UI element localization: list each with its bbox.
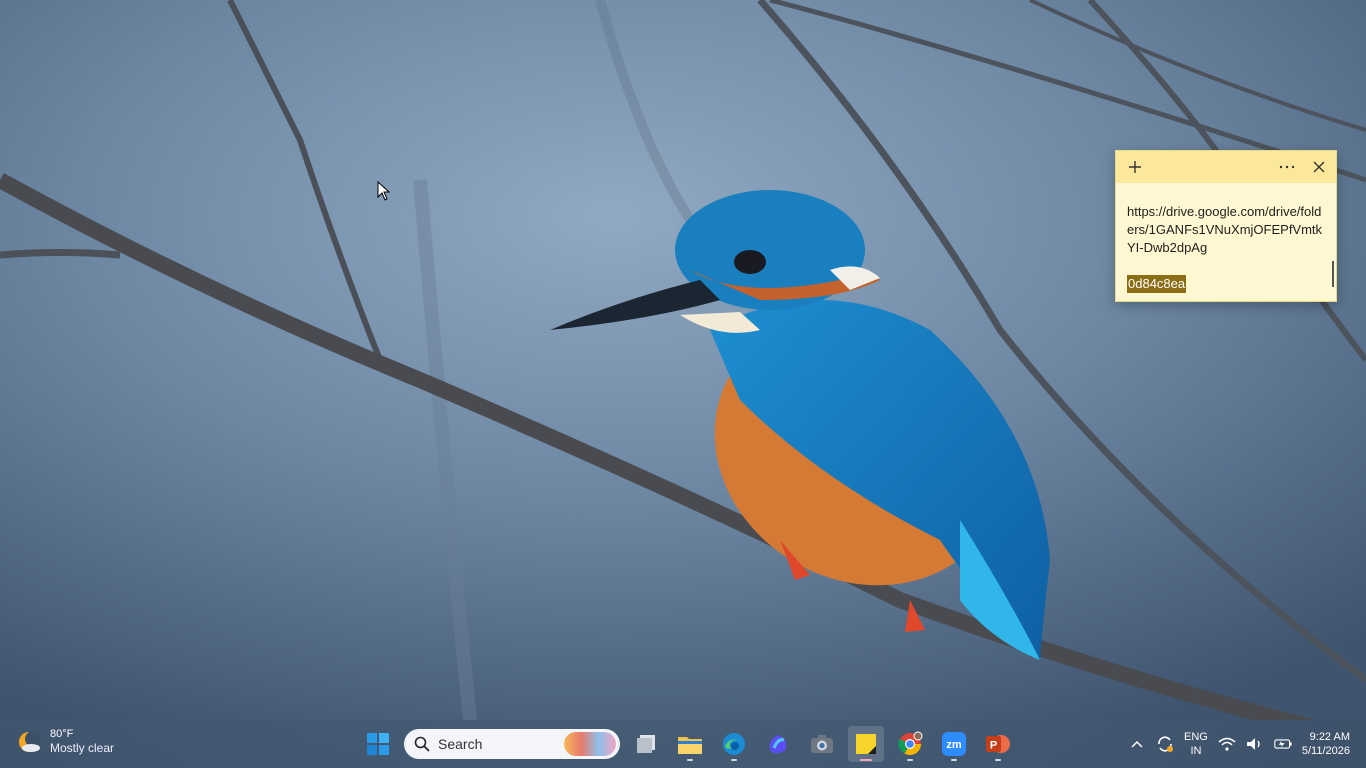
- weather-condition: Mostly clear: [50, 741, 115, 755]
- folder-icon: [678, 737, 702, 754]
- weather-widget[interactable]: 80°F Mostly clear: [16, 727, 114, 756]
- sync-icon: [1158, 736, 1174, 752]
- note-scrollbar[interactable]: [1332, 261, 1334, 287]
- weather-temperature: 80°F: [50, 728, 74, 740]
- clock[interactable]: 9:22 AM 5/11/2026: [1302, 730, 1350, 758]
- camera-icon: [811, 735, 833, 753]
- copilot-button[interactable]: [760, 726, 796, 762]
- zoom-button[interactable]: zm: [936, 726, 972, 762]
- ellipsis-icon: [1279, 165, 1295, 169]
- chrome-button[interactable]: [892, 726, 928, 762]
- taskbar-apps: Search zm P: [360, 724, 1016, 764]
- new-note-button[interactable]: [1124, 156, 1146, 178]
- camera-button[interactable]: [804, 726, 840, 762]
- battery-button[interactable]: [1274, 735, 1292, 753]
- running-indicator: [995, 759, 1001, 761]
- clock-time: 9:22 AM: [1309, 731, 1350, 743]
- language-region: IN: [1190, 745, 1202, 757]
- running-indicator: [731, 759, 737, 761]
- speaker-icon: [1246, 738, 1260, 750]
- search-highlight-graphic: [564, 732, 616, 756]
- windows-logo-icon: [367, 733, 389, 755]
- taskbar-search-box[interactable]: Search: [404, 729, 620, 759]
- chevron-up-icon: [1131, 740, 1143, 748]
- clock-date: 5/11/2026: [1301, 745, 1350, 757]
- mouse-cursor-icon: [377, 181, 391, 201]
- sticky-notes-button[interactable]: [848, 726, 884, 762]
- language-indicator[interactable]: ENG IN: [1184, 730, 1208, 758]
- note-menu-button[interactable]: [1276, 156, 1298, 178]
- desktop-wallpaper: [0, 0, 1366, 720]
- network-button[interactable]: [1218, 735, 1236, 753]
- task-view-icon: [637, 735, 655, 753]
- sticky-notes-icon: [856, 734, 876, 754]
- sticky-note-header[interactable]: [1116, 151, 1336, 183]
- moon-cloud-icon: [19, 730, 41, 752]
- note-link-text[interactable]: https://drive.google.com/drive/folders/1…: [1127, 203, 1327, 257]
- running-indicator: [907, 759, 913, 761]
- sticky-note-window[interactable]: https://drive.google.com/drive/folders/1…: [1115, 150, 1337, 302]
- plus-icon: [1129, 161, 1141, 173]
- running-indicator: [951, 759, 957, 761]
- close-icon: [1313, 161, 1325, 173]
- file-explorer-button[interactable]: [672, 726, 708, 762]
- system-tray: ENG IN 9:22 AM 5/11/2026: [1128, 720, 1350, 768]
- show-hidden-icons-button[interactable]: [1128, 735, 1146, 753]
- start-button[interactable]: [360, 726, 396, 762]
- note-selected-text[interactable]: 0d84c8ea: [1127, 275, 1187, 293]
- volume-button[interactable]: [1246, 735, 1264, 753]
- copilot-icon: [769, 735, 787, 754]
- edge-icon: [723, 733, 745, 755]
- sync-button[interactable]: [1156, 735, 1174, 753]
- task-view-button[interactable]: [628, 726, 664, 762]
- zoom-icon: zm: [942, 732, 966, 756]
- close-note-button[interactable]: [1308, 156, 1330, 178]
- running-indicator: [687, 759, 693, 761]
- note-content[interactable]: https://drive.google.com/drive/folders/1…: [1116, 183, 1336, 293]
- battery-charging-icon: [1274, 739, 1292, 749]
- search-icon: [414, 736, 430, 752]
- chrome-icon: [898, 731, 923, 755]
- active-indicator: [860, 759, 872, 761]
- zoom-icon-label: zm: [946, 739, 962, 751]
- edge-button[interactable]: [716, 726, 752, 762]
- powerpoint-button[interactable]: P: [980, 726, 1016, 762]
- taskbar: 80°F Mostly clear Search zm P ENG IN 9:2…: [0, 720, 1366, 768]
- wifi-icon: [1218, 737, 1236, 751]
- language-code: ENG: [1184, 731, 1208, 743]
- search-placeholder: Search: [438, 736, 483, 752]
- powerpoint-icon: P: [986, 735, 1010, 753]
- powerpoint-icon-label: P: [990, 740, 997, 752]
